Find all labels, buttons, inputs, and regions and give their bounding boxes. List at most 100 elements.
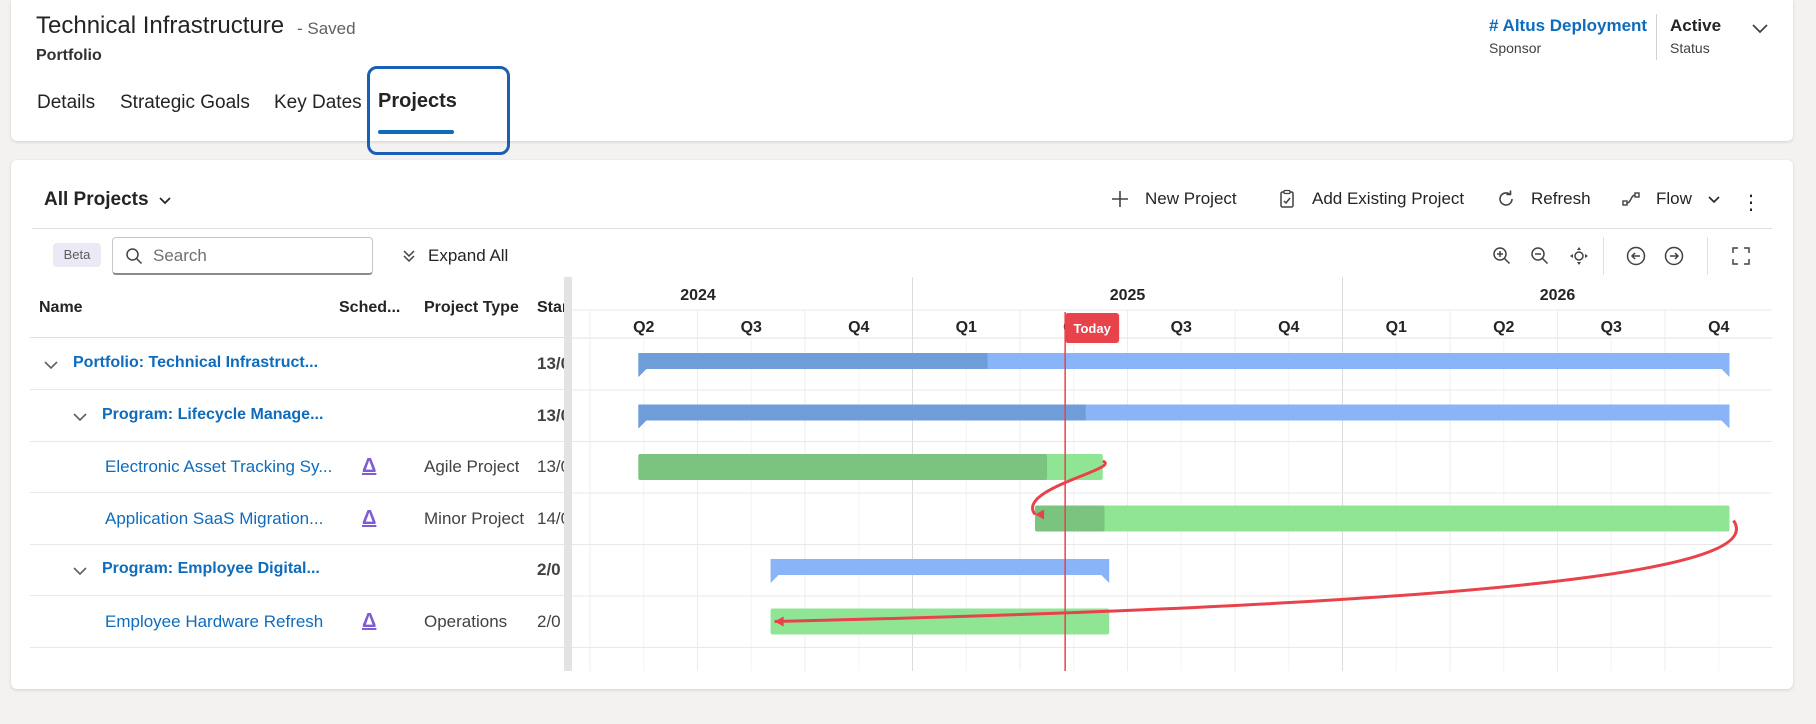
record-header: Technical Infrastructure - Saved Portfol… bbox=[11, 0, 1793, 155]
group-row[interactable]: Program: Lifecycle Manage... 13/0 bbox=[30, 391, 565, 442]
column-header-schedule[interactable]: Sched... bbox=[339, 299, 400, 317]
project-type-cell: Agile Project bbox=[424, 457, 520, 476]
toolbar-divider bbox=[32, 228, 1772, 229]
fit-to-screen-icon[interactable] bbox=[1566, 243, 1592, 269]
column-header-project-type[interactable]: Project Type bbox=[424, 299, 519, 317]
today-label: Today bbox=[1073, 321, 1111, 336]
beta-badge: Beta bbox=[53, 243, 101, 267]
start-date-cell: 14/0 bbox=[537, 508, 565, 528]
quarter-label: Q3 bbox=[1171, 319, 1192, 336]
view-selector-label: All Projects bbox=[44, 189, 149, 210]
row-name-link[interactable]: Electronic Asset Tracking Sy... bbox=[105, 457, 332, 477]
grid-header: Name Sched... Project Type Star bbox=[30, 277, 565, 338]
plus-icon bbox=[1112, 191, 1128, 207]
chevron-down-icon bbox=[1708, 196, 1720, 204]
tab-strategic-goals[interactable]: Strategic Goals bbox=[120, 92, 250, 114]
agile-schedule-icon: Δ bbox=[362, 506, 377, 529]
toolbar-separator bbox=[1707, 237, 1708, 275]
tab-focus-highlight bbox=[367, 66, 510, 155]
pane-splitter[interactable] bbox=[564, 277, 572, 671]
agile-schedule-icon: Δ bbox=[362, 455, 377, 477]
sponsor-label: Sponsor bbox=[1489, 40, 1542, 56]
group-row[interactable]: Portfolio: Technical Infrastruct... 13/0 bbox=[30, 339, 565, 390]
quarter-label: Q3 bbox=[741, 319, 762, 336]
new-project-button[interactable]: New Project bbox=[1109, 184, 1237, 214]
row-name-link[interactable]: Portfolio: Technical Infrastruct... bbox=[73, 354, 318, 372]
tab-key-dates[interactable]: Key Dates bbox=[274, 92, 362, 114]
refresh-button[interactable]: Refresh bbox=[1495, 184, 1591, 214]
year-label: 2026 bbox=[1540, 287, 1576, 304]
start-date-cell: 13/0 bbox=[537, 354, 565, 373]
row-name-link[interactable]: Application SaaS Migration... bbox=[105, 509, 323, 529]
zoom-in-icon[interactable] bbox=[1489, 243, 1515, 269]
record-title: Technical Infrastructure bbox=[36, 12, 285, 39]
row-name-link[interactable]: Employee Hardware Refresh bbox=[105, 612, 323, 632]
flow-label: Flow bbox=[1656, 189, 1692, 208]
add-existing-project-button[interactable]: Add Existing Project bbox=[1276, 184, 1464, 214]
project-grid: Name Sched... Project Type Star Portfoli… bbox=[30, 277, 565, 671]
zoom-out-icon[interactable] bbox=[1527, 243, 1553, 269]
start-date-cell: 2/0 bbox=[537, 560, 561, 579]
chevron-down-icon[interactable] bbox=[42, 356, 60, 374]
fullscreen-icon[interactable] bbox=[1728, 243, 1754, 269]
row-name-link[interactable]: Program: Lifecycle Manage... bbox=[102, 406, 323, 424]
search-box[interactable] bbox=[112, 237, 373, 275]
refresh-label: Refresh bbox=[1531, 189, 1591, 208]
expand-all-label: Expand All bbox=[428, 246, 509, 265]
flow-icon bbox=[1622, 192, 1640, 206]
search-icon bbox=[126, 247, 143, 264]
start-date-cell: 2/0 bbox=[537, 611, 561, 631]
expand-all-button[interactable]: Expand All bbox=[400, 246, 508, 266]
summary-progress bbox=[638, 404, 1086, 429]
quarter-label: Q4 bbox=[1278, 319, 1299, 336]
new-project-label: New Project bbox=[1145, 189, 1237, 208]
group-row[interactable]: Program: Employee Digital... 2/0 bbox=[30, 545, 565, 596]
task-bar bbox=[1035, 505, 1730, 532]
quarter-label: Q4 bbox=[848, 319, 869, 336]
quarter-label: Q4 bbox=[1708, 319, 1729, 336]
clipboard-icon bbox=[1280, 189, 1294, 208]
quarter-label: Q3 bbox=[1601, 319, 1622, 336]
chevron-down-icon[interactable] bbox=[71, 562, 89, 580]
quarter-label: Q1 bbox=[1386, 319, 1407, 336]
column-header-name[interactable]: Name bbox=[39, 299, 83, 317]
refresh-icon bbox=[1499, 190, 1513, 206]
header-divider bbox=[1656, 14, 1657, 60]
flow-button[interactable]: Flow bbox=[1620, 184, 1722, 214]
search-input[interactable] bbox=[153, 245, 353, 266]
save-status: - Saved bbox=[297, 19, 356, 38]
scroll-right-icon[interactable] bbox=[1661, 243, 1687, 269]
chevron-down-icon[interactable] bbox=[71, 408, 89, 426]
table-row[interactable]: Application SaaS Migration... Δ Minor Proj… bbox=[30, 494, 565, 545]
chevron-down-icon[interactable] bbox=[1748, 16, 1772, 40]
chevron-down-icon bbox=[158, 197, 171, 205]
gantt-chart: 202420252026Q2Q3Q4Q1Q2Q3Q4Q1Q2Q3Q4Today bbox=[572, 277, 1772, 671]
quarter-label: Q2 bbox=[633, 319, 654, 336]
task-progress bbox=[638, 454, 1048, 480]
table-row[interactable]: Employee Hardware Refresh Δ Operations 2/0 bbox=[30, 597, 565, 648]
scroll-left-icon[interactable] bbox=[1623, 243, 1649, 269]
agile-schedule-icon: Δ bbox=[362, 609, 377, 632]
quarter-label: Q1 bbox=[956, 319, 977, 336]
row-name-link[interactable]: Program: Employee Digital... bbox=[102, 560, 320, 578]
start-date-cell: 13/0 bbox=[537, 405, 565, 425]
status-label: Status bbox=[1670, 40, 1710, 56]
project-type-cell: Operations bbox=[424, 611, 508, 631]
summary-bar bbox=[770, 559, 1110, 583]
year-label: 2024 bbox=[680, 287, 716, 304]
sponsor-link[interactable]: # Altus Deployment bbox=[1489, 16, 1647, 36]
entity-type-label: Portfolio bbox=[36, 47, 102, 64]
quarter-label: Q2 bbox=[1493, 319, 1514, 336]
start-date-cell: 13/0 bbox=[537, 457, 565, 476]
gantt-canvas: 202420252026Q2Q3Q4Q1Q2Q3Q4Q1Q2Q3Q4Today bbox=[572, 277, 1772, 671]
tab-details[interactable]: Details bbox=[37, 92, 95, 114]
year-label: 2025 bbox=[1110, 287, 1146, 304]
task-progress bbox=[1035, 505, 1105, 532]
add-existing-project-label: Add Existing Project bbox=[1312, 189, 1465, 208]
column-header-start[interactable]: Star bbox=[537, 299, 565, 317]
summary-progress bbox=[638, 353, 988, 377]
view-selector[interactable]: All Projects bbox=[44, 189, 173, 211]
more-options-icon[interactable]: ⋮ bbox=[1741, 190, 1761, 215]
table-row[interactable]: Electronic Asset Tracking Sy... Δ Agile Pr… bbox=[30, 442, 565, 493]
status-value: Active bbox=[1670, 16, 1722, 35]
